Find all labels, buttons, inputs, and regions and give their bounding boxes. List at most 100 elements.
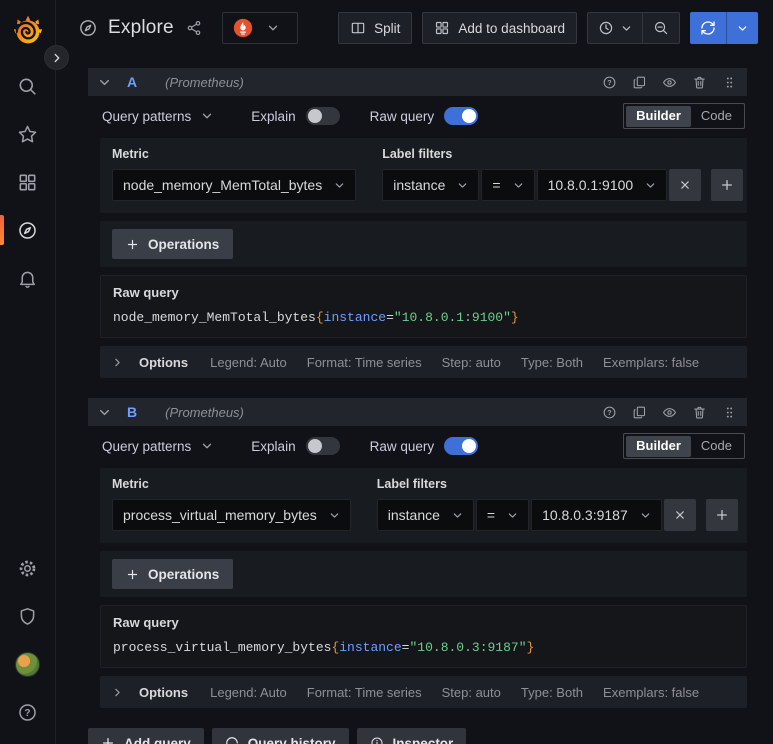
help-icon[interactable]	[602, 405, 617, 420]
zoom-out-time-button[interactable]	[642, 13, 679, 43]
option-exemplars: Exemplars: false	[603, 354, 700, 370]
help-icon	[17, 702, 38, 723]
toggle-knob	[307, 109, 322, 123]
add-to-dashboard-button[interactable]: Add to dashboard	[422, 12, 577, 44]
option-exemplars: Exemplars: false	[603, 684, 700, 700]
label-filters-field: Label filters instance = 10.8.	[382, 147, 744, 201]
sidebar-item-profile[interactable]	[0, 640, 55, 688]
raw-query-toggle[interactable]	[444, 107, 479, 125]
toggle-knob	[307, 439, 322, 453]
sidebar-item-admin[interactable]	[0, 592, 55, 640]
time-range-button[interactable]	[588, 13, 642, 43]
refresh-button-group	[690, 12, 758, 44]
filter-value-select[interactable]: 10.8.0.3:9187	[531, 499, 662, 531]
query-header[interactable]: B (Prometheus)	[88, 398, 747, 426]
remove-query-trash-icon[interactable]	[692, 75, 707, 90]
clock-icon	[598, 20, 614, 36]
query-ref-id: A	[127, 74, 138, 90]
sidebar-item-search[interactable]	[0, 62, 55, 110]
refresh-interval-dropdown[interactable]	[726, 12, 758, 44]
remove-filter-button[interactable]	[663, 499, 696, 531]
builder-mode-button[interactable]: Builder	[626, 435, 691, 457]
operations-panel: Operations	[100, 221, 747, 267]
sidebar-item-configuration[interactable]	[0, 544, 55, 592]
add-filter-button[interactable]	[705, 499, 738, 531]
remove-filter-button[interactable]	[669, 169, 702, 201]
time-picker-group	[587, 12, 680, 44]
editor-mode-switcher: Builder Code	[623, 433, 745, 459]
filter-operator-value: =	[492, 177, 501, 193]
add-operations-button[interactable]: Operations	[112, 559, 234, 589]
chevron-down-icon	[513, 180, 524, 191]
sidebar	[0, 0, 56, 744]
option-step: Step: auto	[441, 354, 501, 370]
sidebar-item-alerting[interactable]	[0, 254, 55, 302]
add-query-button[interactable]: Add query	[88, 728, 204, 744]
close-icon	[678, 178, 692, 192]
datasource-picker[interactable]	[221, 12, 298, 44]
chevron-down-icon	[640, 510, 651, 521]
options-collapse-row[interactable]: Options Legend: Auto Format: Time series…	[100, 676, 747, 708]
expand-sidebar-button[interactable]	[44, 45, 69, 70]
option-legend: Legend: Auto	[210, 684, 287, 700]
run-query-button[interactable]	[690, 12, 726, 44]
query-datasource-hint: (Prometheus)	[165, 404, 244, 420]
metric-select[interactable]: process_virtual_memory_bytes	[112, 499, 351, 531]
collapse-chevron-icon[interactable]	[98, 76, 111, 89]
explore-content: A (Prometheus) Query patterns Explain Ra…	[56, 56, 773, 744]
chevron-right-icon	[112, 687, 123, 698]
filter-operator-select[interactable]: =	[481, 169, 535, 201]
options-collapse-row[interactable]: Options Legend: Auto Format: Time series…	[100, 346, 747, 378]
grafana-logo[interactable]	[12, 14, 44, 46]
builder-mode-button[interactable]: Builder	[626, 105, 691, 127]
metric-select[interactable]: node_memory_MemTotal_bytes	[112, 169, 357, 201]
sync-icon	[700, 20, 716, 36]
query-builder-panel: Metric node_memory_MemTotal_bytes Label …	[100, 138, 747, 213]
code-mode-button[interactable]: Code	[691, 436, 742, 457]
query-editor-row-b: B (Prometheus) Query patterns Explain Ra…	[88, 398, 747, 708]
share-icon[interactable]	[186, 20, 202, 36]
help-icon[interactable]	[602, 75, 617, 90]
filter-key-select[interactable]: instance	[382, 169, 480, 201]
query-history-label: Query history	[247, 735, 336, 744]
collapse-chevron-icon[interactable]	[98, 406, 111, 419]
sidebar-item-help[interactable]	[0, 688, 55, 736]
add-operations-button[interactable]: Operations	[112, 229, 234, 259]
sidebar-item-starred[interactable]	[0, 110, 55, 158]
inspector-button[interactable]: Inspector	[356, 728, 467, 744]
chevron-down-icon	[267, 22, 279, 34]
query-history-button[interactable]: Query history	[211, 728, 349, 744]
query-patterns-dropdown[interactable]: Query patterns	[102, 439, 213, 454]
split-button[interactable]: Split	[338, 12, 413, 44]
drag-handle-icon[interactable]	[722, 75, 737, 90]
option-format: Format: Time series	[306, 684, 422, 700]
plus-icon	[126, 238, 139, 251]
add-filter-button[interactable]	[711, 169, 744, 201]
zoom-out-icon	[653, 20, 669, 36]
chevron-down-icon	[737, 23, 748, 34]
hide-response-eye-icon[interactable]	[662, 75, 677, 90]
query-header[interactable]: A (Prometheus)	[88, 68, 747, 96]
compass-icon	[17, 220, 38, 241]
filter-value-select[interactable]: 10.8.0.1:9100	[536, 169, 668, 201]
raw-query-title: Raw query	[113, 615, 179, 630]
query-patterns-dropdown[interactable]: Query patterns	[102, 109, 213, 124]
query-patterns-label: Query patterns	[102, 438, 192, 454]
filter-key-value: instance	[387, 507, 440, 523]
code-mode-button[interactable]: Code	[691, 106, 742, 127]
sidebar-item-dashboards[interactable]	[0, 158, 55, 206]
hide-response-eye-icon[interactable]	[662, 405, 677, 420]
sidebar-item-explore[interactable]	[0, 206, 55, 254]
metric-label: Metric	[112, 147, 149, 161]
drag-handle-icon[interactable]	[722, 405, 737, 420]
duplicate-query-icon[interactable]	[632, 75, 647, 90]
filter-operator-select[interactable]: =	[475, 499, 530, 531]
raw-query-code: node_memory_MemTotal_bytes{instance="10.…	[113, 310, 519, 325]
filter-key-select[interactable]: instance	[376, 499, 474, 531]
remove-query-trash-icon[interactable]	[692, 405, 707, 420]
raw-query-toggle[interactable]	[444, 437, 479, 455]
explain-toggle[interactable]	[305, 107, 340, 125]
explain-toggle[interactable]	[305, 437, 340, 455]
duplicate-query-icon[interactable]	[632, 405, 647, 420]
option-legend: Legend: Auto	[210, 354, 287, 370]
